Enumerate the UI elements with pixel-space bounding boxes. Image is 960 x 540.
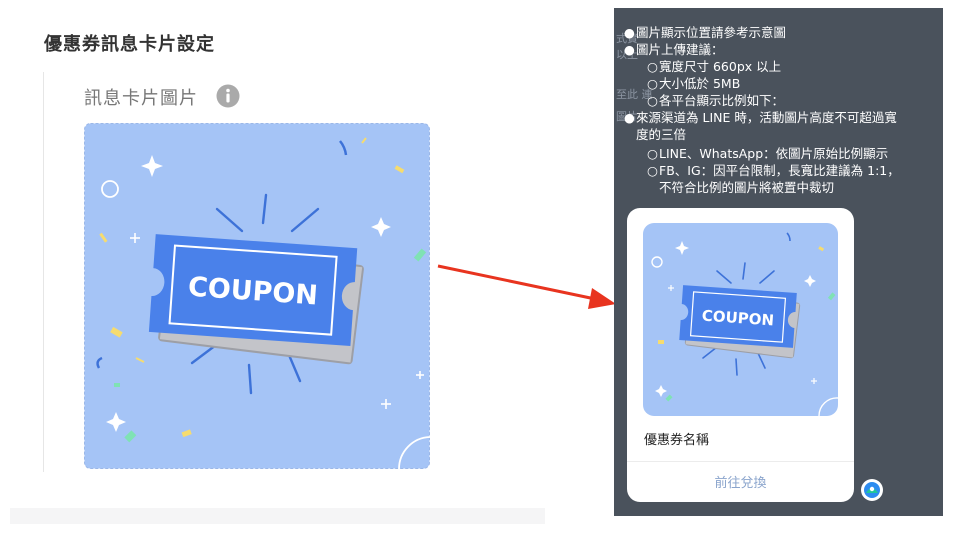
tip-item: ●圖片上傳建議： xyxy=(624,42,724,57)
bottom-scroll-area xyxy=(10,508,545,524)
tip-item: ●圖片顯示位置請參考示意圖 xyxy=(624,25,787,40)
tip-item-continued: 度的三倍 xyxy=(636,127,687,142)
bot-avatar-icon xyxy=(861,479,883,501)
coupon-message-card: COUPON 優惠券名稱 前往兌換 xyxy=(627,208,854,502)
section-divider-line xyxy=(43,72,44,472)
coupon-name: 優惠券名稱 xyxy=(644,433,710,448)
card-divider xyxy=(627,461,854,462)
section-title: 優惠券訊息卡片設定 xyxy=(44,34,215,55)
redeem-button[interactable]: 前往兌換 xyxy=(627,472,854,491)
red-arrow-icon xyxy=(437,264,616,309)
mobile-preview: 式實 以上 至此 連 圖片 ●圖片顯示位置請參考示意圖 ●圖片上傳建議： ○寬度… xyxy=(614,8,943,516)
tip-subitem: ○各平台顯示比例如下： xyxy=(647,93,785,108)
info-icon[interactable] xyxy=(214,83,244,109)
field-label: 訊息卡片圖片 xyxy=(84,88,198,109)
tip-subitem: ○大小低於 5MB xyxy=(647,76,741,91)
tip-subitem: ○寬度尺寸 660px 以上 xyxy=(647,59,782,74)
tip-item: ●來源渠道為 LINE 時，活動圖片高度不可超過寬 xyxy=(624,110,897,125)
tip-subitem: ○FB、IG：因平台限制，長寬比建議為 1:1， xyxy=(647,163,900,178)
coupon-image-upload[interactable]: COUPON xyxy=(84,123,430,469)
tip-subitem: ○LINE、WhatsApp：依圖片原始比例顯示 xyxy=(647,146,889,161)
coupon-card-image: COUPON xyxy=(643,223,838,416)
tip-subitem-continued: 不符合比例的圖片將被置中裁切 xyxy=(659,180,835,195)
